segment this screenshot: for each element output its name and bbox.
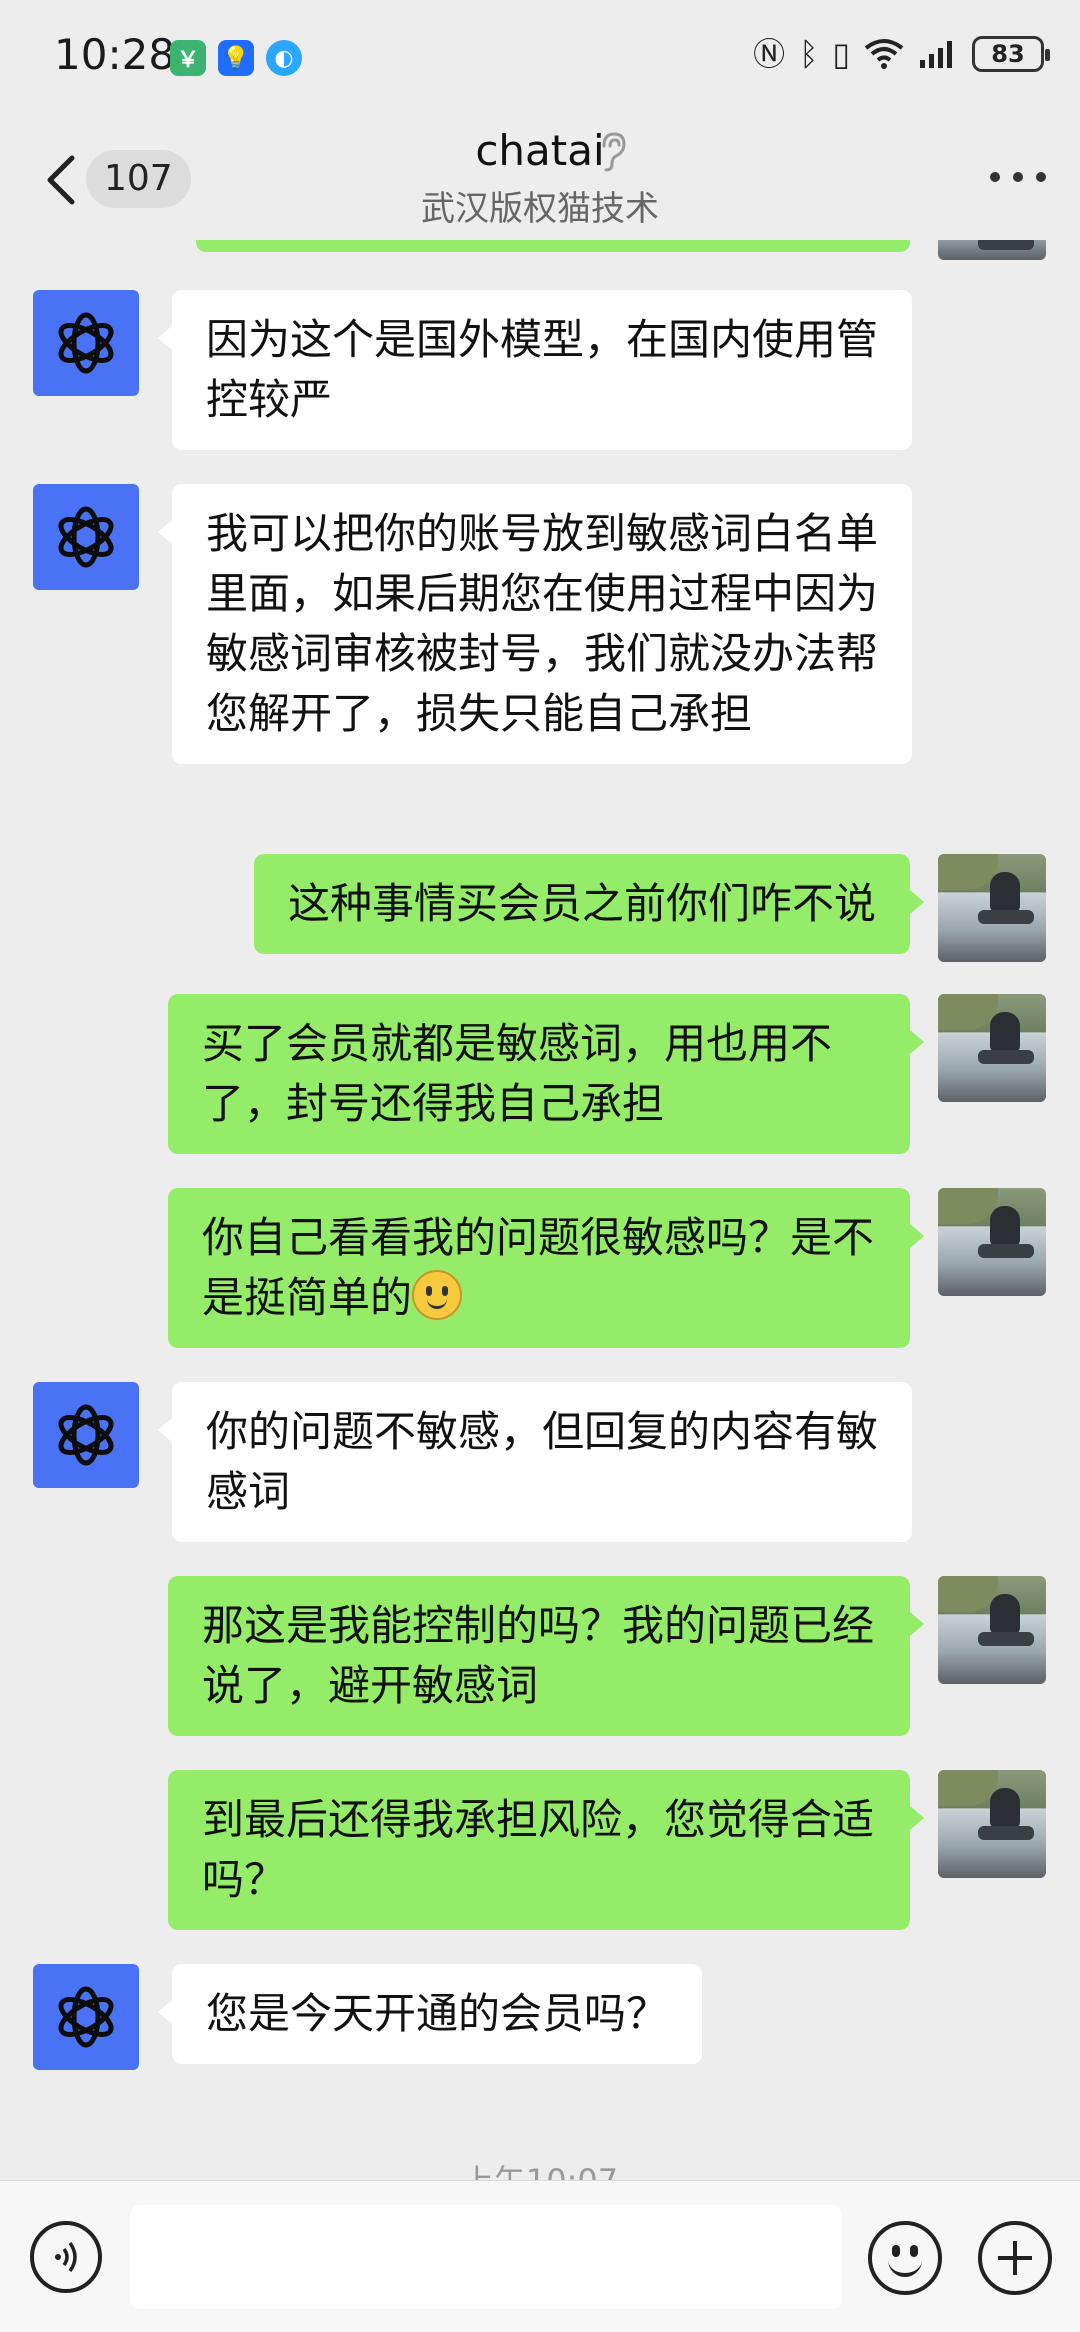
voice-icon (55, 2241, 77, 2273)
ai-avatar[interactable] (33, 484, 139, 590)
bluetooth-icon: ᛒ (799, 35, 819, 73)
message-text: 这种事情买会员之前你们咋不说 (287, 879, 876, 928)
message-bubble[interactable]: 我可以把你的账号放到敏感词白名单里面，如果后期您在使用过程中因为敏感词审核被封号… (158, 484, 912, 764)
more-functions-button[interactable] (978, 2221, 1052, 2295)
chat-list[interactable]: 因为这个是国外模型，在国内使用管控较严 我可以把你的账号放到敏感词白名单里面，如… (0, 240, 1080, 2180)
more-options-button[interactable] (990, 172, 1046, 186)
openai-logo-icon (58, 1986, 114, 2048)
message-text: 您是今天开通的会员吗？ (206, 1989, 669, 2038)
message-bubble[interactable]: 买了会员就都是敏感词，用也用不了，封号还得我自己承担 (168, 994, 924, 1154)
openai-logo-icon (58, 506, 114, 568)
user-avatar[interactable] (938, 1576, 1046, 1684)
dot-icon (990, 172, 1000, 182)
back-button[interactable] (38, 150, 88, 210)
message-text: 那这是我能控制的吗？我的问题已经说了，避开敏感词 (202, 1601, 875, 1710)
system-icons: Ⓝ ᛒ ▯ 83 (753, 35, 1050, 73)
message-text: 因为这个是国外模型，在国内使用管控较严 (206, 315, 879, 424)
ai-avatar[interactable] (33, 1964, 139, 2070)
unread-count-badge[interactable]: 107 (86, 150, 191, 208)
message-bubble[interactable]: 您是今天开通的会员吗？ (157, 1964, 703, 2064)
user-avatar[interactable] (938, 1770, 1046, 1878)
ai-avatar[interactable] (33, 1382, 139, 1488)
user-avatar[interactable] (938, 854, 1046, 962)
smile-emoji-icon (412, 1270, 463, 1320)
chat-header: chatai 武汉版权猫技术 107 (0, 120, 1080, 240)
message-text: 到最后还得我承担风险，您觉得合适吗？ (202, 1795, 875, 1904)
message-bubble[interactable]: 那这是我能控制的吗？我的问题已经说了，避开敏感词 (168, 1576, 924, 1736)
ear-icon (602, 132, 626, 172)
dot-icon (1013, 172, 1023, 182)
battery-icon: 83 (972, 36, 1050, 72)
message-bubble[interactable]: 到最后还得我承担风险，您觉得合适吗？ (168, 1770, 924, 1930)
emoji-button[interactable] (868, 2221, 942, 2295)
smile-icon (888, 2259, 922, 2277)
message-bubble-partial (196, 240, 910, 252)
message-bubble[interactable]: 你的问题不敏感，但回复的内容有敏感词 (158, 1382, 912, 1542)
message-text: 买了会员就都是敏感词，用也用不了，封号还得我自己承担 (202, 1019, 833, 1128)
eye-icon (892, 2245, 900, 2257)
message-text: 我可以把你的账号放到敏感词白名单里面，如果后期您在使用过程中因为敏感词审核被封号… (206, 509, 879, 738)
eye-icon (910, 2245, 918, 2257)
ai-avatar[interactable] (33, 290, 139, 396)
vibrate-icon: ▯ (832, 35, 850, 73)
user-avatar[interactable] (938, 240, 1046, 260)
browser-icon: ◐ (266, 40, 302, 76)
input-bar (0, 2180, 1080, 2332)
openai-logo-icon (58, 1404, 114, 1466)
user-avatar[interactable] (938, 994, 1046, 1102)
status-time: 10:28 (54, 30, 176, 79)
message-timestamp: 上午10:07 (0, 2156, 1080, 2180)
signal-icon (920, 41, 952, 68)
wifi-icon (864, 39, 904, 69)
message-bubble[interactable]: 因为这个是国外模型，在国内使用管控较严 (158, 290, 912, 450)
dot-icon (1036, 172, 1046, 182)
notification-icons: ￥ 💡 ◐ (170, 40, 302, 76)
message-text: 你的问题不敏感，但回复的内容有敏感词 (206, 1407, 879, 1516)
wechat-pay-icon: ￥ (170, 40, 206, 76)
message-bubble[interactable]: 你自己看看我的问题很敏感吗？是不是挺简单的 (168, 1188, 924, 1348)
bulb-icon: 💡 (218, 40, 254, 76)
openai-logo-icon (58, 312, 114, 374)
message-bubble[interactable]: 这种事情买会员之前你们咋不说 (253, 854, 925, 954)
status-bar: 10:28 ￥ 💡 ◐ Ⓝ ᛒ ▯ 83 (0, 0, 1080, 120)
message-input[interactable] (130, 2205, 842, 2309)
user-avatar[interactable] (938, 1188, 1046, 1296)
nfc-icon: Ⓝ (753, 35, 786, 73)
voice-input-button[interactable] (30, 2221, 102, 2293)
message-text: 你自己看看我的问题很敏感吗？是不是挺简单的 (202, 1213, 875, 1322)
